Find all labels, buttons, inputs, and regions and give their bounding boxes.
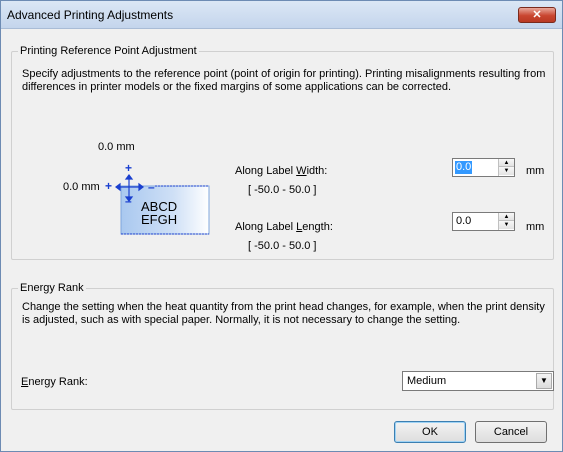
- label-width-value[interactable]: 0.0: [455, 161, 473, 174]
- label-width-unit: mm: [526, 165, 545, 177]
- label-length-caption: Along Label Length:: [235, 221, 333, 233]
- energy-rank-caption-post: nergy Rank:: [28, 376, 88, 388]
- chevron-down-icon[interactable]: ▼: [536, 373, 552, 389]
- dialog-title: Advanced Printing Adjustments: [7, 8, 174, 22]
- minus-left-icon: –: [148, 180, 155, 194]
- spin-up-icon[interactable]: ▲: [499, 159, 514, 167]
- spin-up-icon[interactable]: ▲: [499, 213, 514, 221]
- energy-rank-selected: Medium: [407, 375, 447, 387]
- plus-top-icon: +: [125, 161, 132, 175]
- label-length-value[interactable]: 0.0: [455, 215, 472, 228]
- minus-top-icon: –: [125, 194, 132, 208]
- label-width-caption-pre: Along Label: [235, 165, 297, 177]
- energy-rank-description: Change the setting when the heat quantit…: [22, 301, 545, 326]
- energy-rank-select[interactable]: Medium ▼: [402, 371, 554, 391]
- label-length-caption-post: ength:: [302, 221, 333, 233]
- dialog-window: Advanced Printing Adjustments ✕ Printing…: [0, 0, 563, 452]
- label-length-spin-buttons: ▲ ▼: [498, 213, 514, 230]
- reference-point-description: Specify adjustments to the reference poi…: [22, 68, 546, 93]
- cancel-button[interactable]: Cancel: [475, 421, 547, 443]
- spin-down-icon[interactable]: ▼: [499, 221, 514, 229]
- reference-point-group-title: Printing Reference Point Adjustment: [18, 45, 199, 57]
- reference-point-diagram: 0.0 mm 0.0 mm + + – – ABCD EFGH: [63, 141, 213, 241]
- energy-rank-group: Energy Rank Change the setting when the …: [11, 282, 554, 410]
- title-bar: Advanced Printing Adjustments ✕: [1, 1, 562, 29]
- plus-left-icon: +: [105, 179, 112, 193]
- spin-down-icon[interactable]: ▼: [499, 167, 514, 175]
- label-width-caption-post: idth:: [306, 165, 328, 177]
- reference-point-graphic: + + – –: [105, 161, 210, 235]
- label-length-spinner[interactable]: 0.0 ▲ ▼: [452, 212, 515, 231]
- label-length-range: [ -50.0 - 50.0 ]: [248, 240, 317, 252]
- label-width-spinner[interactable]: 0.0 ▲ ▼: [452, 158, 515, 177]
- ok-button[interactable]: OK: [394, 421, 466, 443]
- label-length-caption-pre: Along Label: [235, 221, 297, 233]
- label-width-caption-key: W: [296, 165, 307, 177]
- sample-text-line2: EFGH: [141, 212, 178, 227]
- energy-rank-group-title: Energy Rank: [18, 282, 86, 294]
- label-width-spin-buttons: ▲ ▼: [498, 159, 514, 176]
- label-width-caption: Along Label Width:: [235, 165, 327, 177]
- label-length-unit: mm: [526, 221, 545, 233]
- label-width-range: [ -50.0 - 50.0 ]: [248, 184, 317, 196]
- energy-rank-caption: Energy Rank:: [21, 376, 88, 388]
- close-button[interactable]: ✕: [518, 7, 556, 23]
